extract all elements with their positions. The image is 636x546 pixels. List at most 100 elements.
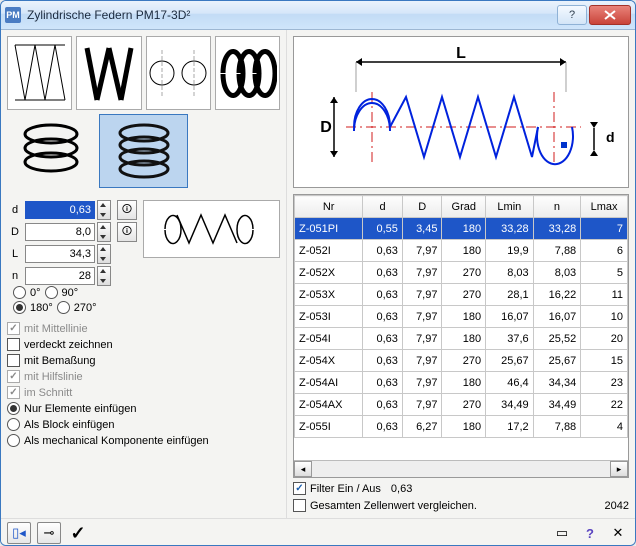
- param-D-input[interactable]: [25, 223, 95, 241]
- table-row[interactable]: Z-054I0,637,9718037,625,5220: [295, 328, 628, 350]
- help-icon[interactable]: ?: [579, 523, 601, 543]
- angle-radios: 0° 90° 180° 270°: [13, 286, 280, 316]
- pin-button[interactable]: ⊸: [37, 522, 61, 544]
- cell: 16,07: [486, 306, 534, 328]
- cell: 28,1: [486, 284, 534, 306]
- spring-preview-tension-outline[interactable]: [146, 36, 211, 110]
- info-button-1[interactable]: 🛈: [117, 200, 137, 220]
- opt-mittellinie-label: mit Mittellinie: [24, 323, 88, 335]
- param-d-label: d: [7, 204, 23, 216]
- h-scrollbar[interactable]: ◂ ▸: [294, 460, 628, 477]
- opt-bemassung[interactable]: mit Bemaßung: [7, 354, 280, 367]
- table-row[interactable]: Z-052X0,637,972708,038,035: [295, 262, 628, 284]
- cell: 25,67: [486, 350, 534, 372]
- cell: 20: [581, 328, 628, 350]
- cell: 8,03: [486, 262, 534, 284]
- cell: 7,88: [533, 416, 581, 438]
- cell: 270: [442, 284, 486, 306]
- angle-0-radio[interactable]: 0°: [13, 286, 41, 299]
- param-L-spinner[interactable]: [97, 244, 111, 264]
- opt-schnitt[interactable]: ✓im Schnitt: [7, 386, 280, 399]
- spring-preview-compression-solid[interactable]: [76, 36, 141, 110]
- col-Nr[interactable]: Nr: [295, 196, 363, 218]
- col-n[interactable]: n: [533, 196, 581, 218]
- cell: 180: [442, 372, 486, 394]
- close-button[interactable]: [589, 5, 631, 25]
- titlebar: PM Zylindrische Federn PM17-3D² ?: [1, 1, 635, 30]
- col-d[interactable]: d: [363, 196, 403, 218]
- table-row[interactable]: Z-054X0,637,9727025,6725,6715: [295, 350, 628, 372]
- param-n-input[interactable]: [25, 267, 95, 285]
- exit-icon[interactable]: ✕: [607, 523, 629, 543]
- filter-toggle[interactable]: ✓Filter Ein / Aus: [293, 482, 381, 495]
- cell: 22: [581, 394, 628, 416]
- table-row[interactable]: Z-054AI0,637,9718046,434,3423: [295, 372, 628, 394]
- settings-icon[interactable]: ▭: [551, 523, 573, 543]
- spring-preview-3d-2-selected[interactable]: [99, 114, 189, 188]
- col-D[interactable]: D: [402, 196, 442, 218]
- cell: 7,97: [402, 306, 442, 328]
- cell: 33,28: [533, 218, 581, 240]
- cell: 0,63: [363, 328, 403, 350]
- cell: 7,97: [402, 394, 442, 416]
- spring-preview-compression-outline[interactable]: [7, 36, 72, 110]
- cell: 7,88: [533, 240, 581, 262]
- cell: 0,63: [363, 394, 403, 416]
- cell: 25,67: [533, 350, 581, 372]
- angle-180-radio[interactable]: 180°: [13, 301, 53, 314]
- opt-mech-radio[interactable]: Als mechanical Komponente einfügen: [7, 434, 280, 447]
- opt-mech-label: Als mechanical Komponente einfügen: [24, 435, 209, 447]
- opt-bemassung-label: mit Bemaßung: [24, 355, 96, 367]
- cell: 5: [581, 262, 628, 284]
- angle-90-label: 90°: [62, 287, 79, 299]
- table-row[interactable]: Z-051PI0,553,4518033,2833,287: [295, 218, 628, 240]
- cell: Z-053X: [295, 284, 363, 306]
- confirm-button[interactable]: ✓: [67, 523, 89, 543]
- table-row[interactable]: Z-052I0,637,9718019,97,886: [295, 240, 628, 262]
- scroll-left-arrow[interactable]: ◂: [294, 461, 312, 477]
- table-row[interactable]: Z-053X0,637,9727028,116,2211: [295, 284, 628, 306]
- col-Lmax[interactable]: Lmax: [581, 196, 628, 218]
- app-window: PM Zylindrische Federn PM17-3D² ?: [0, 0, 636, 546]
- col-Grad[interactable]: Grad: [442, 196, 486, 218]
- opt-schnitt-label: im Schnitt: [24, 387, 72, 399]
- cell: 7,97: [402, 284, 442, 306]
- param-D-spinner[interactable]: [97, 222, 111, 242]
- cell: 17,2: [486, 416, 534, 438]
- panel-toggle-button[interactable]: ▯◂: [7, 522, 31, 544]
- compare-label: Gesamten Zellenwert vergleichen.: [310, 500, 477, 512]
- opt-mittellinie[interactable]: ✓mit Mittellinie: [7, 322, 280, 335]
- info-button-2[interactable]: 🛈: [117, 222, 137, 242]
- param-n-spinner[interactable]: [97, 266, 111, 286]
- cell: 270: [442, 394, 486, 416]
- cell: 34,34: [533, 372, 581, 394]
- opt-block-radio[interactable]: Als Block einfügen: [7, 418, 280, 431]
- opt-verdeckt[interactable]: verdeckt zeichnen: [7, 338, 280, 351]
- table-row[interactable]: Z-055I0,636,2718017,27,884: [295, 416, 628, 438]
- cell: 8,03: [533, 262, 581, 284]
- cell: 7,97: [402, 240, 442, 262]
- cell: Z-051PI: [295, 218, 363, 240]
- opt-elemente-radio[interactable]: Nur Elemente einfügen: [7, 402, 280, 415]
- cell: 180: [442, 328, 486, 350]
- help-button[interactable]: ?: [557, 5, 587, 25]
- spring-preview-tension-solid[interactable]: [215, 36, 280, 110]
- parameter-grid: d D L n: [7, 200, 111, 286]
- spring-preview-3d-1[interactable]: [7, 114, 95, 186]
- angle-270-radio[interactable]: 270°: [57, 301, 97, 314]
- table-row[interactable]: Z-054AX0,637,9727034,4934,4922: [295, 394, 628, 416]
- param-d-input[interactable]: [25, 201, 95, 219]
- filter-value: 0,63: [391, 483, 431, 495]
- cell: Z-054AX: [295, 394, 363, 416]
- cell: 37,6: [486, 328, 534, 350]
- param-L-input[interactable]: [25, 245, 95, 263]
- col-Lmin[interactable]: Lmin: [486, 196, 534, 218]
- scroll-right-arrow[interactable]: ▸: [610, 461, 628, 477]
- param-d-spinner[interactable]: [97, 200, 111, 220]
- angle-90-radio[interactable]: 90°: [45, 286, 79, 299]
- cell: Z-053I: [295, 306, 363, 328]
- table-row[interactable]: Z-053I0,637,9718016,0716,0710: [295, 306, 628, 328]
- angle-180-label: 180°: [30, 302, 53, 314]
- opt-hilfslinie[interactable]: ✓mit Hilfslinie: [7, 370, 280, 383]
- compare-toggle[interactable]: Gesamten Zellenwert vergleichen.: [293, 499, 477, 512]
